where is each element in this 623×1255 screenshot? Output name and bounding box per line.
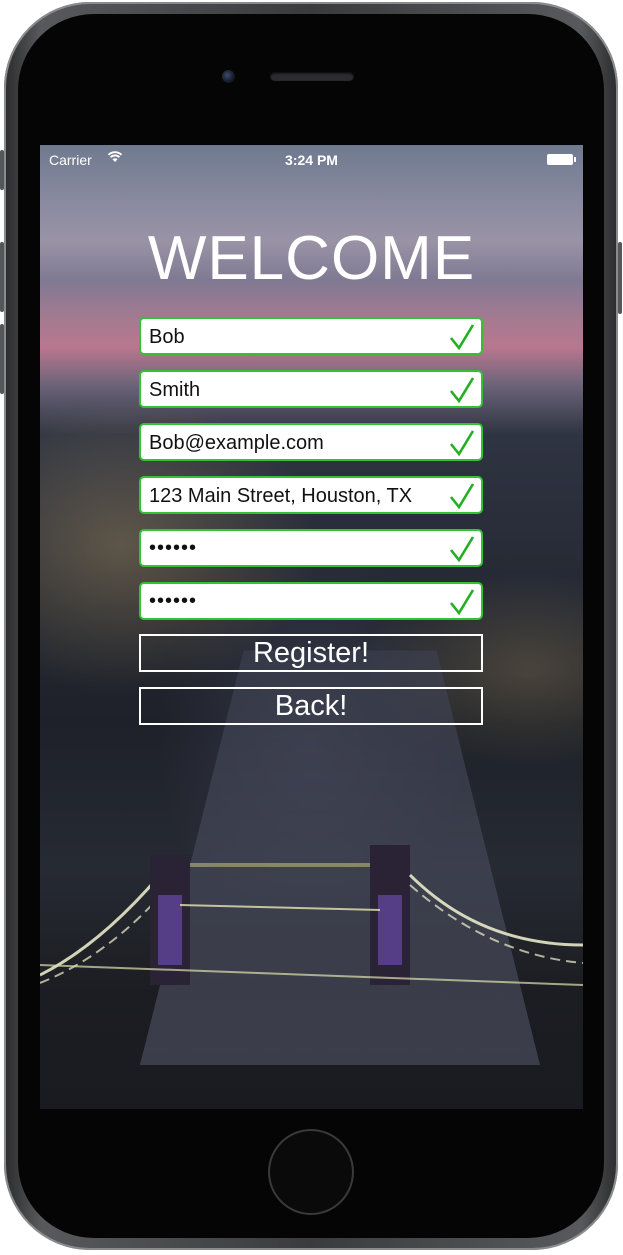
background-bridge bbox=[40, 845, 583, 986]
check-icon bbox=[449, 377, 475, 404]
last-name-field[interactable]: Smith bbox=[139, 370, 483, 408]
check-icon bbox=[449, 536, 475, 563]
home-button[interactable] bbox=[270, 1131, 352, 1213]
check-icon bbox=[449, 430, 475, 457]
email-field[interactable]: Bob@example.com bbox=[139, 423, 483, 461]
confirm-password-field[interactable]: •••••• bbox=[139, 582, 483, 620]
confirm-password-value: •••••• bbox=[149, 590, 198, 612]
address-value: 123 Main Street, Houston, TX bbox=[149, 485, 413, 507]
status-time: 3:24 PM bbox=[285, 152, 338, 168]
email-value: Bob@example.com bbox=[149, 432, 324, 454]
first-name-value: Bob bbox=[149, 326, 185, 348]
welcome-title: WELCOME bbox=[147, 224, 476, 293]
check-icon bbox=[449, 589, 475, 616]
app-screen: Carrier 3:24 PM WELCOME Bob Smith Bob@ex… bbox=[40, 145, 583, 1109]
earpiece-speaker bbox=[270, 72, 354, 81]
address-field[interactable]: 123 Main Street, Houston, TX bbox=[139, 476, 483, 514]
first-name-field[interactable]: Bob bbox=[139, 317, 483, 355]
status-bar: Carrier 3:24 PM bbox=[40, 145, 583, 173]
volume-down-button bbox=[0, 324, 4, 394]
power-button bbox=[618, 242, 622, 314]
back-button[interactable]: Back! bbox=[139, 687, 483, 725]
password-value: •••••• bbox=[149, 537, 198, 559]
mute-switch bbox=[0, 150, 4, 190]
check-icon bbox=[449, 483, 475, 510]
register-button[interactable]: Register! bbox=[139, 634, 483, 672]
front-camera bbox=[222, 70, 235, 83]
volume-up-button bbox=[0, 242, 4, 312]
password-field[interactable]: •••••• bbox=[139, 529, 483, 567]
last-name-value: Smith bbox=[149, 379, 201, 401]
check-icon bbox=[449, 324, 475, 351]
battery-icon bbox=[547, 154, 576, 165]
